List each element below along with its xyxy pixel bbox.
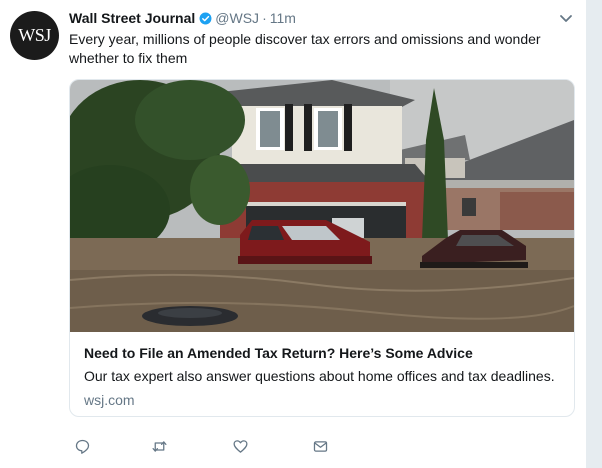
reply-icon — [75, 439, 89, 454]
chevron-down-icon[interactable] — [556, 9, 576, 27]
card-title[interactable]: Need to File an Amended Tax Return? Here… — [84, 344, 562, 362]
tweet-timestamp[interactable]: 11m — [270, 10, 296, 26]
card-description: Our tax expert also answer questions abo… — [84, 368, 555, 384]
author-handle[interactable]: @WSJ — [215, 10, 259, 26]
like-button[interactable] — [229, 435, 251, 457]
card-image-flooded-house[interactable] — [70, 80, 574, 332]
header-separator: · — [262, 10, 267, 26]
card-domain[interactable]: wsj.com — [84, 391, 562, 409]
card-body: Need to File an Amended Tax Return? Here… — [84, 344, 562, 409]
timeline-gutter — [586, 0, 602, 468]
tweet-actions — [69, 435, 369, 457]
author-name[interactable]: Wall Street Journal — [69, 10, 195, 26]
avatar-logo-text: WSJ — [18, 25, 51, 45]
tweet-header: Wall Street Journal @WSJ · 11m — [69, 9, 296, 27]
retweet-button[interactable] — [148, 435, 170, 457]
direct-message-button[interactable] — [309, 435, 331, 457]
avatar[interactable]: WSJ — [10, 11, 59, 60]
tweet-text: Every year, millions of people discover … — [69, 31, 541, 66]
envelope-icon — [313, 440, 327, 452]
tweet[interactable]: WSJ Wall Street Journal @WSJ · 11m Every… — [0, 0, 586, 468]
retweet-icon — [151, 440, 167, 452]
reply-button[interactable] — [71, 435, 93, 457]
heart-icon — [232, 439, 248, 453]
link-card[interactable]: Need to File an Amended Tax Return? Here… — [69, 79, 575, 417]
verified-badge-icon — [199, 12, 212, 24]
